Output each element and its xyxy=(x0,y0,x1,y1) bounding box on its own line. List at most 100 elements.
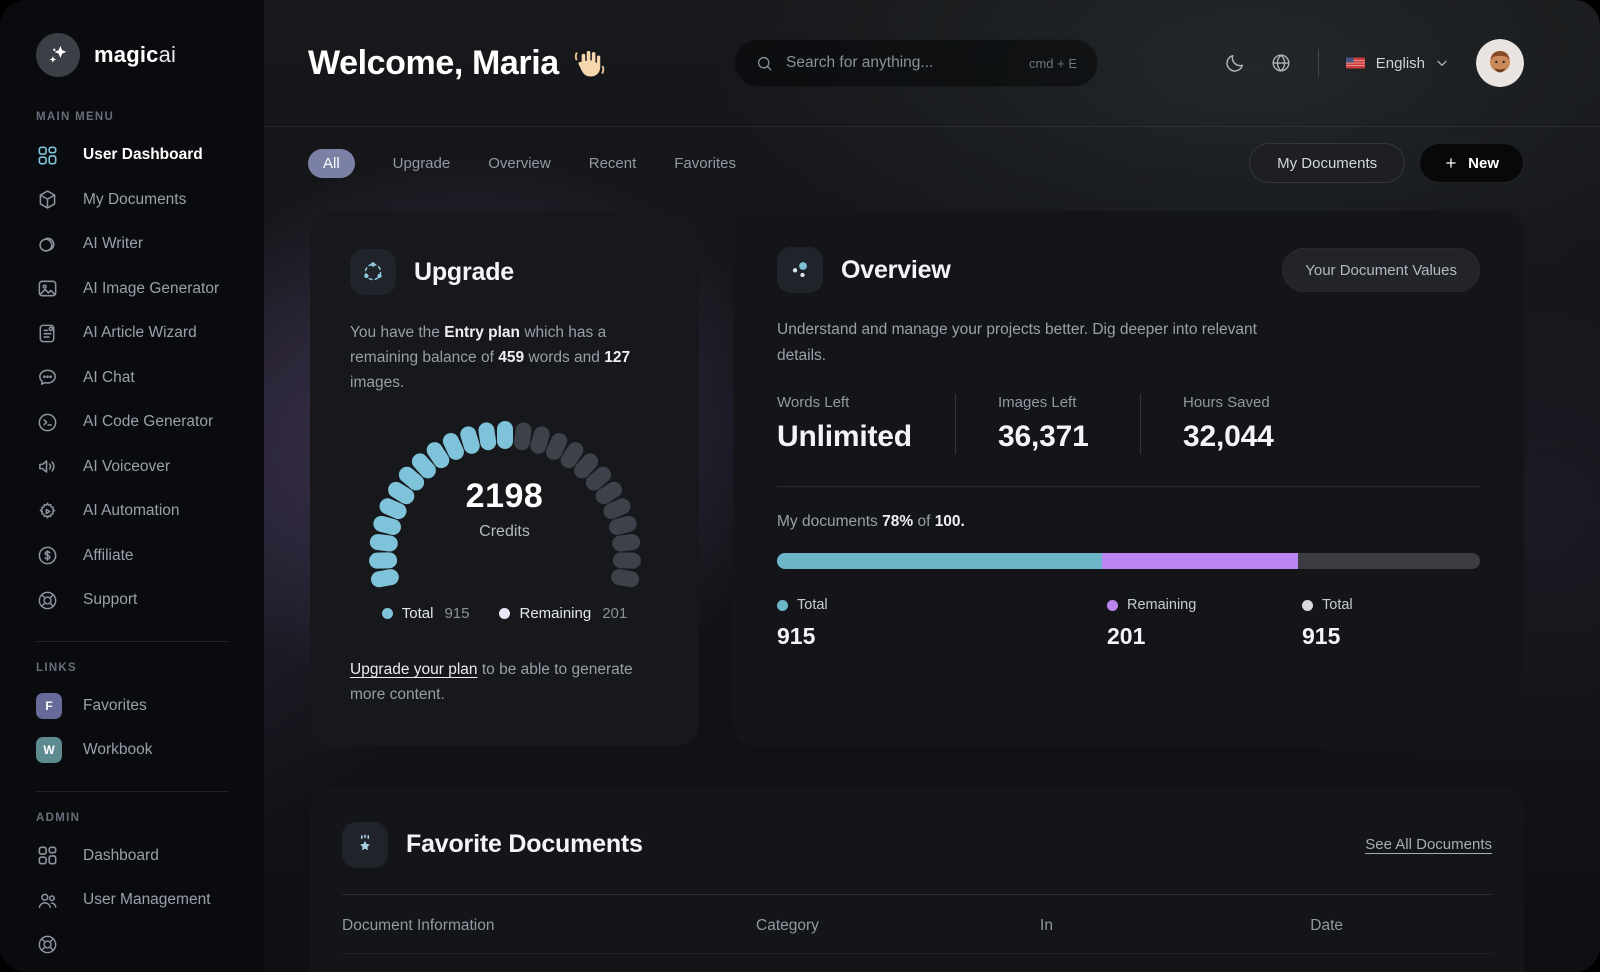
sidebar-item-ai-voiceover[interactable]: AI Voiceover xyxy=(36,445,264,490)
stat-words-left: Words Left Unlimited xyxy=(777,394,912,454)
search-shortcut: cmd + E xyxy=(1028,55,1077,71)
language-label: English xyxy=(1375,54,1425,72)
bar-segment-remaining xyxy=(1102,553,1298,570)
dark-mode-moon-icon[interactable] xyxy=(1224,52,1246,74)
overview-divider xyxy=(777,486,1480,488)
brand[interactable]: magicai xyxy=(36,33,264,77)
grid-icon xyxy=(36,144,59,167)
progress-legend-remaining: Remaining 201 xyxy=(1107,597,1197,650)
grid-icon xyxy=(36,844,59,867)
see-all-documents-link[interactable]: See All Documents xyxy=(1365,836,1492,853)
brand-logo-icon xyxy=(36,33,80,77)
sidebar-divider xyxy=(36,640,228,642)
sidebar-item-support[interactable]: Support xyxy=(36,578,264,623)
credits-gauge: 2198 Credits xyxy=(355,405,655,597)
sidebar-item-more[interactable] xyxy=(36,923,264,968)
article-icon xyxy=(36,322,59,345)
filter-tabs: All Upgrade Overview Recent Favorites xyxy=(308,148,736,178)
sidebar-item-affiliate[interactable]: Affiliate xyxy=(36,534,264,579)
toolbar-buttons: My Documents New xyxy=(1249,143,1524,183)
tab-upgrade[interactable]: Upgrade xyxy=(393,149,451,178)
my-documents-button[interactable]: My Documents xyxy=(1249,143,1406,183)
stat-images-left: Images Left 36,371 xyxy=(955,394,1140,455)
sidebar-item-ai-image-generator[interactable]: AI Image Generator xyxy=(36,267,264,312)
app-window: magicai MAIN MENU User Dashboard My Docume… xyxy=(0,0,1600,972)
chevron-down-icon xyxy=(1434,55,1450,71)
global-search[interactable]: cmd + E xyxy=(734,39,1098,87)
sidebar-item-label: Affiliate xyxy=(83,546,134,564)
sidebar-item-favorites[interactable]: F Favorites xyxy=(36,684,264,729)
favorite-documents-card: Favorite Documents See All Documents Doc… xyxy=(310,787,1524,972)
upgrade-card: Upgrade You have the Entry plan which ha… xyxy=(310,211,699,746)
writer-icon xyxy=(36,233,59,256)
tab-overview[interactable]: Overview xyxy=(488,149,551,178)
search-icon xyxy=(755,54,774,73)
header-divider xyxy=(1317,49,1319,77)
tab-recent[interactable]: Recent xyxy=(589,149,637,178)
language-selector[interactable]: English xyxy=(1345,55,1450,72)
documents-progress-caption: My documents 78% of 100. xyxy=(777,513,965,531)
brand-name: magicai xyxy=(94,42,177,67)
sidebar-item-label: Dashboard xyxy=(83,846,159,864)
user-avatar[interactable] xyxy=(1476,39,1524,87)
sidebar-item-my-documents[interactable]: My Documents xyxy=(36,178,264,223)
overview-scatter-icon xyxy=(777,247,823,293)
plan-summary: You have the Entry plan which has a rema… xyxy=(350,324,631,391)
new-button[interactable]: New xyxy=(1419,143,1524,183)
sidebar-item-label: AI Writer xyxy=(83,235,143,253)
sidebar-item-label: Favorites xyxy=(83,696,147,714)
upgrade-plan-link[interactable]: Upgrade your plan xyxy=(350,661,478,678)
badge-f: F xyxy=(36,692,62,719)
chat-icon xyxy=(36,366,59,389)
table-row[interactable]: How to build a successful business My Bl… xyxy=(342,954,1492,972)
tab-favorites[interactable]: Favorites xyxy=(674,149,736,178)
upgrade-cycle-icon xyxy=(350,249,396,295)
sidebar-item-label: AI Chat xyxy=(83,368,135,386)
sidebar-item-workbook[interactable]: W Workbook xyxy=(36,728,264,773)
overview-stats: Words Left Unlimited Images Left 36,371 … xyxy=(777,394,1480,455)
sidebar-section-label: LINKS xyxy=(36,661,77,674)
sidebar-item-user-management[interactable]: User Management xyxy=(36,878,264,923)
search-input[interactable] xyxy=(786,54,1017,72)
sidebar-item-user-dashboard[interactable]: User Dashboard xyxy=(36,133,264,178)
column-date: Date xyxy=(1310,916,1344,934)
support-icon xyxy=(36,933,59,956)
table-header: Document Information Category In Date xyxy=(342,895,1492,953)
legend-dot xyxy=(777,599,788,611)
sidebar-item-dashboard[interactable]: Dashboard xyxy=(36,834,264,879)
progress-legend-total: Total 915 xyxy=(1302,597,1353,650)
sidebar-divider xyxy=(36,790,228,792)
globe-icon[interactable] xyxy=(1270,52,1292,74)
sidebar-item-label: My Documents xyxy=(83,190,187,208)
credits-label: Credits xyxy=(479,523,530,541)
gauge-legend: Total 915 Remaining 201 xyxy=(350,605,659,622)
sidebar-item-label: AI Voiceover xyxy=(83,457,171,475)
documents-progress-bar xyxy=(777,553,1480,570)
sidebar-item-ai-automation[interactable]: AI Automation xyxy=(36,489,264,534)
stat-hours-saved: Hours Saved 32,044 xyxy=(1140,394,1480,455)
image-icon xyxy=(36,277,59,300)
document-values-button[interactable]: Your Document Values xyxy=(1282,248,1480,292)
sidebar-item-ai-writer[interactable]: AI Writer xyxy=(36,222,264,267)
dollar-icon xyxy=(36,544,59,567)
sidebar-item-label: User Management xyxy=(83,891,211,909)
legend-dot xyxy=(381,608,393,620)
dashboard-content: Upgrade You have the Entry plan which ha… xyxy=(264,183,1600,972)
main-area: Welcome, Maria cmd + E xyxy=(264,0,1600,972)
tab-all[interactable]: All xyxy=(308,148,355,178)
table-body: How to build a successful business My Bl… xyxy=(342,954,1492,972)
column-category: Category xyxy=(756,916,819,934)
support-icon xyxy=(36,589,59,612)
overview-card-title: Overview xyxy=(841,255,951,284)
badge-w: W xyxy=(36,737,62,764)
sidebar-item-label: AI Article Wizard xyxy=(83,324,197,342)
sidebar-item-ai-code-generator[interactable]: AI Code Generator xyxy=(36,400,264,445)
sidebar-item-ai-article-wizard[interactable]: AI Article Wizard xyxy=(36,311,264,356)
upgrade-card-title: Upgrade xyxy=(414,257,515,286)
users-icon xyxy=(36,889,59,912)
progress-legend-total: Total 915 xyxy=(777,597,828,650)
us-flag-icon xyxy=(1345,55,1367,71)
favorite-documents-title: Favorite Documents xyxy=(406,830,643,859)
sidebar-item-ai-chat[interactable]: AI Chat xyxy=(36,356,264,401)
code-icon xyxy=(36,411,59,434)
